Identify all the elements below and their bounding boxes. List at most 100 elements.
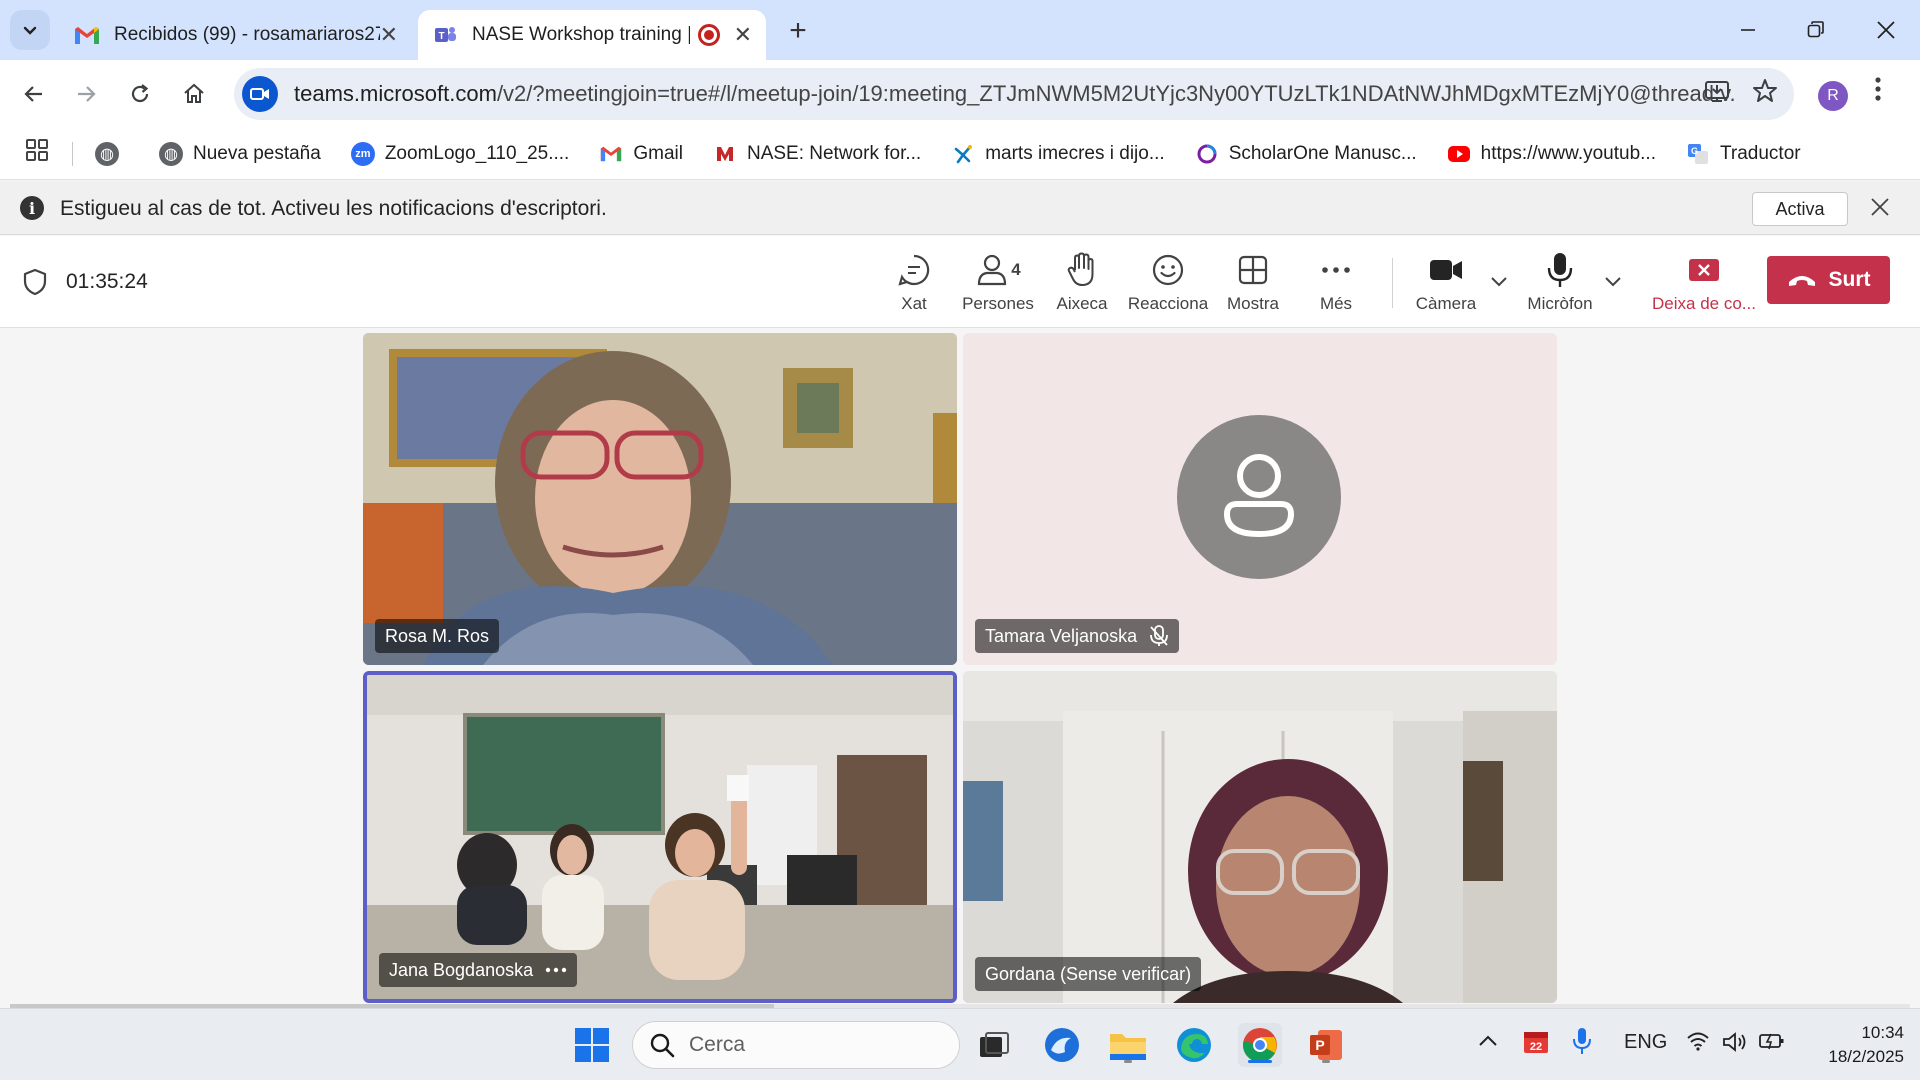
notification-banner: i Estigueu al cas de tot. Activeu les no… <box>0 181 1920 235</box>
stop-sharing-label: Deixa de co... <box>1652 294 1756 313</box>
view-label: Mostra <box>1227 294 1279 313</box>
windows-taskbar: Cerca P 22 ENG 10:34 18/2/2025 <box>0 1008 1920 1080</box>
back-button[interactable] <box>14 74 54 114</box>
person-icon <box>1223 454 1295 538</box>
close-icon[interactable]: ✕ <box>734 22 752 48</box>
close-icon[interactable] <box>1870 193 1890 224</box>
profile-avatar[interactable]: R <box>1818 81 1848 111</box>
running-indicator <box>1124 1060 1132 1063</box>
bookmark-label: NASE: Network for... <box>746 142 922 164</box>
bookmark-star-icon[interactable] <box>1752 78 1778 111</box>
layout-grid-icon <box>1237 250 1269 290</box>
browser-toolbar: teams.microsoft.com/v2/?meetingjoin=true… <box>0 60 1920 128</box>
leave-meeting-button[interactable]: Surt <box>1767 256 1890 304</box>
url-text[interactable]: teams.microsoft.com/v2/?meetingjoin=true… <box>294 81 1734 107</box>
scholarone-icon <box>1195 142 1219 166</box>
participant-video-tile-active[interactable]: Jana Bogdanoska <box>363 671 957 1003</box>
home-button[interactable] <box>174 74 214 114</box>
react-button[interactable]: Reacciona <box>1128 250 1208 320</box>
people-button[interactable]: 4 Persones <box>958 250 1038 320</box>
close-icon[interactable]: ✕ <box>380 22 398 48</box>
participant-video-tile[interactable]: Rosa M. Ros <box>363 333 957 665</box>
video-camera-icon <box>1429 250 1463 290</box>
start-button[interactable] <box>570 1023 614 1067</box>
show-hidden-icons-chevron-icon[interactable] <box>1478 1031 1498 1054</box>
camera-button[interactable]: Càmera <box>1406 250 1486 320</box>
teams-icon: T <box>432 22 458 48</box>
camera-options-chevron-icon[interactable] <box>1490 272 1508 293</box>
chat-button[interactable]: Xat <box>874 250 954 320</box>
microphone-button[interactable]: Micròfon <box>1520 250 1600 320</box>
battery-icon[interactable] <box>1758 1031 1786 1057</box>
bookmark-item[interactable]: NASE: Network for... <box>713 142 921 166</box>
swirl-app-icon <box>1045 1028 1079 1062</box>
participant-count: 4 <box>1011 260 1021 279</box>
clock-date: 18/2/2025 <box>1828 1047 1904 1066</box>
chat-label: Xat <box>901 294 927 313</box>
participant-video-tile[interactable]: Tamara Veljanoska <box>963 333 1557 665</box>
meeting-toolbar: 01:35:24 Xat 4 Persones Aixeca Reacciona… <box>0 236 1920 328</box>
hand-icon <box>1065 250 1099 290</box>
tab-teams[interactable]: T NASE Workshop training | M ✕ <box>418 10 766 60</box>
raise-hand-label: Aixeca <box>1056 294 1108 313</box>
microphone-icon <box>1546 250 1574 290</box>
microphone-label: Micròfon <box>1527 294 1593 313</box>
more-dots-icon[interactable] <box>545 967 567 973</box>
taskbar-app-file-explorer[interactable] <box>1106 1023 1150 1067</box>
participant-name-tag: Rosa M. Ros <box>375 619 500 653</box>
reload-button[interactable] <box>120 74 160 114</box>
system-clock[interactable]: 10:34 18/2/2025 <box>1808 1021 1904 1069</box>
wifi-icon[interactable] <box>1686 1031 1710 1057</box>
taskbar-search-box[interactable]: Cerca <box>632 1021 960 1069</box>
address-bar[interactable]: teams.microsoft.com/v2/?meetingjoin=true… <box>234 68 1794 120</box>
bookmark-item[interactable]: ScholarOne Manusc... <box>1195 142 1417 166</box>
volume-icon[interactable] <box>1722 1031 1748 1059</box>
taskbar-app-chrome[interactable] <box>1238 1023 1282 1067</box>
zoom-icon: zm <box>350 141 375 166</box>
url-host: teams.microsoft.com <box>294 81 497 106</box>
bookmark-item[interactable]: Gmail <box>599 142 683 166</box>
tab-search-button[interactable] <box>10 10 50 50</box>
bookmark-item[interactable]: G Traductor <box>1686 142 1801 166</box>
tab-gmail[interactable]: Recibidos (99) - rosamariaros27 ✕ <box>60 10 412 60</box>
hang-up-icon <box>1788 276 1815 286</box>
leave-label: Surt <box>1828 268 1871 291</box>
close-window-button[interactable] <box>1856 10 1916 50</box>
taskbar-app-edge[interactable] <box>1172 1023 1216 1067</box>
apps-grid-icon[interactable] <box>26 139 48 168</box>
language-indicator[interactable]: ENG <box>1624 1031 1667 1054</box>
stop-sharing-button[interactable]: Deixa de co... <box>1652 250 1756 320</box>
bookmark-item[interactable]: ◍ <box>95 141 129 166</box>
globe-icon: ◍ <box>159 141 183 166</box>
bookmark-item[interactable]: ◍ Nueva pestaña <box>159 141 321 166</box>
calendar-tray-icon[interactable]: 22 <box>1522 1027 1550 1061</box>
new-tab-button[interactable]: + <box>782 14 814 48</box>
bookmark-label: https://www.youtub... <box>1480 142 1656 164</box>
activate-notifications-button[interactable]: Activa <box>1752 192 1848 226</box>
restore-button[interactable] <box>1786 10 1846 50</box>
youtube-icon <box>1447 142 1471 166</box>
taskbar-app-powerpoint[interactable]: P <box>1304 1023 1348 1067</box>
chevron-down-icon <box>23 26 37 35</box>
forward-button[interactable] <box>66 74 106 114</box>
browser-menu-icon[interactable] <box>1874 76 1882 109</box>
microphone-tray-icon[interactable] <box>1572 1027 1592 1061</box>
bookmark-item[interactable]: zm ZoomLogo_110_25.... <box>350 141 569 166</box>
minimize-button[interactable] <box>1718 10 1778 50</box>
install-app-icon[interactable] <box>1704 78 1730 111</box>
url-path: /v2/?meetingjoin=true#/l/meetup-join/19:… <box>496 81 1734 106</box>
taskbar-app-browser[interactable] <box>1040 1023 1084 1067</box>
bookmark-item[interactable]: marts imecres i dijo... <box>951 142 1165 166</box>
bookmark-item[interactable]: https://www.youtub... <box>1447 142 1656 166</box>
meeting-site-icon[interactable] <box>242 76 278 112</box>
task-view-button[interactable] <box>972 1023 1016 1067</box>
shield-icon[interactable] <box>22 268 48 296</box>
more-button[interactable]: Més <box>1296 250 1376 320</box>
view-button[interactable]: Mostra <box>1213 250 1293 320</box>
microphone-options-chevron-icon[interactable] <box>1604 272 1622 293</box>
participant-video-tile[interactable]: Gordana (Sense verificar) <box>963 671 1557 1003</box>
close-icon <box>1877 21 1895 39</box>
reload-icon <box>131 84 149 103</box>
raise-hand-button[interactable]: Aixeca <box>1042 250 1122 320</box>
people-label: Persones <box>962 294 1034 313</box>
